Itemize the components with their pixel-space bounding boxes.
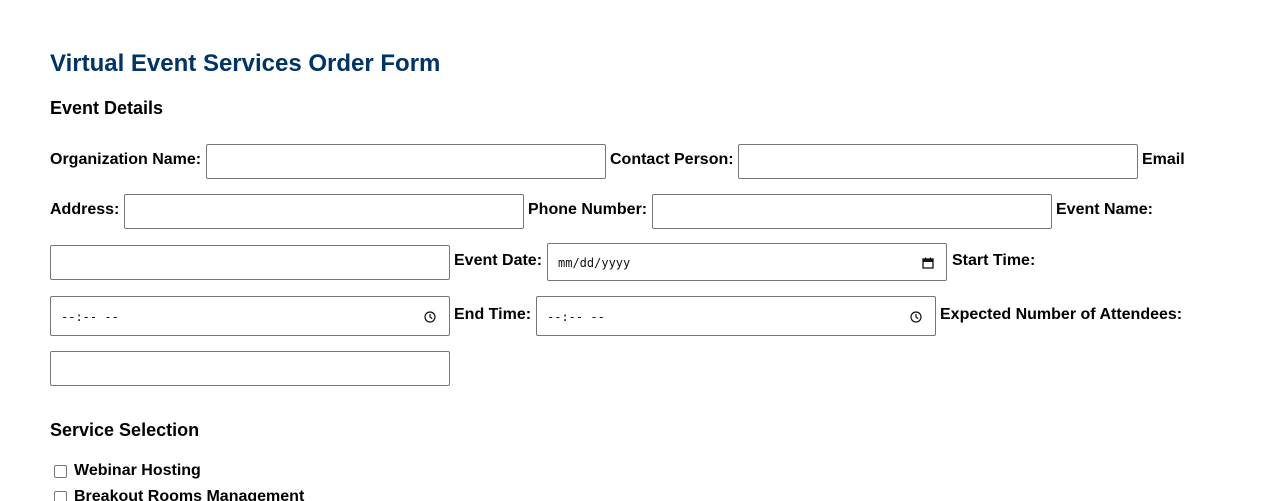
- start-time-input[interactable]: --:-- --: [50, 296, 450, 336]
- start-time-placeholder: --:-- --: [61, 310, 119, 324]
- service-option-breakout-rooms[interactable]: Breakout Rooms Management: [54, 487, 304, 501]
- end-time-label: End Time:: [454, 306, 532, 323]
- organization-name-input[interactable]: [206, 144, 606, 179]
- phone-number-label: Phone Number:: [528, 201, 648, 218]
- contact-person-input[interactable]: [738, 144, 1138, 179]
- calendar-icon[interactable]: [922, 257, 934, 269]
- end-time-placeholder: --:-- --: [547, 310, 605, 324]
- email-address-label-line1: Email: [1142, 151, 1185, 168]
- service-selection-heading: Service Selection: [50, 420, 200, 440]
- expected-attendees-label: Expected Number of Attendees:: [940, 306, 1183, 323]
- clock-icon[interactable]: [910, 311, 922, 323]
- order-form-page: Virtual Event Services Order Form Event …: [0, 0, 1278, 501]
- event-date-input[interactable]: mm/dd/yyyy: [547, 243, 947, 281]
- event-name-input[interactable]: [50, 245, 450, 280]
- end-time-input[interactable]: --:-- --: [536, 296, 936, 336]
- webinar-hosting-checkbox[interactable]: [54, 464, 67, 478]
- contact-person-label: Contact Person:: [610, 151, 734, 168]
- event-date-placeholder: mm/dd/yyyy: [558, 256, 631, 270]
- expected-attendees-input[interactable]: [50, 351, 450, 386]
- breakout-rooms-label: Breakout Rooms Management: [74, 488, 305, 501]
- email-address-input[interactable]: [124, 194, 524, 229]
- email-address-label-line2: Address:: [50, 201, 120, 218]
- page-title: Virtual Event Services Order Form: [50, 50, 441, 77]
- webinar-hosting-label: Webinar Hosting: [74, 462, 201, 479]
- event-date-label: Event Date:: [454, 252, 543, 269]
- start-time-label: Start Time:: [952, 252, 1036, 269]
- service-option-webinar-hosting[interactable]: Webinar Hosting: [54, 461, 201, 481]
- phone-number-input[interactable]: [652, 194, 1052, 229]
- event-details-heading: Event Details: [50, 98, 164, 118]
- event-name-label: Event Name:: [1056, 201, 1153, 218]
- breakout-rooms-checkbox[interactable]: [54, 490, 67, 501]
- clock-icon[interactable]: [424, 311, 436, 323]
- organization-name-label: Organization Name:: [50, 151, 202, 168]
